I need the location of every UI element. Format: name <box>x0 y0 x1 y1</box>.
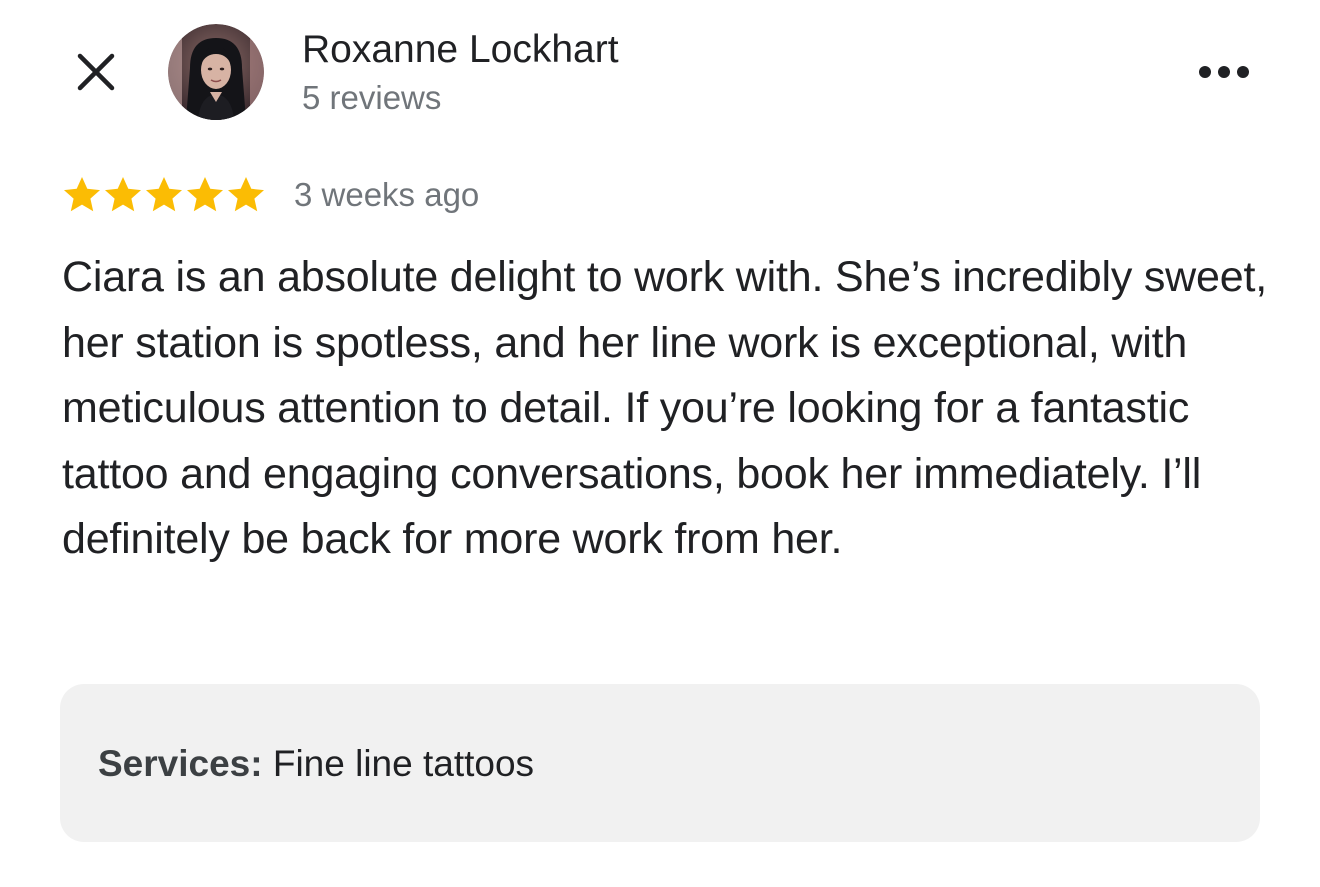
more-options-button[interactable] <box>1192 48 1256 96</box>
reviewer-name[interactable]: Roxanne Lockhart <box>302 26 619 74</box>
star-icon <box>228 177 264 212</box>
star-icon <box>64 177 100 212</box>
rating-row: 3 weeks ago <box>62 170 479 220</box>
star-rating <box>62 175 266 215</box>
services-value: Fine line tattoos <box>262 743 535 784</box>
star-icon <box>105 177 141 212</box>
services-line: Services: Fine line tattoos <box>98 740 534 788</box>
star-icon <box>187 177 223 212</box>
reviewer-review-count: 5 reviews <box>302 79 442 116</box>
review-date: 3 weeks ago <box>294 176 480 213</box>
close-button[interactable] <box>64 40 128 104</box>
close-icon <box>77 53 115 91</box>
review-text: Ciara is an absolute delight to work wit… <box>62 253 1267 563</box>
services-box: Services: Fine line tattoos <box>60 684 1260 842</box>
more-horizontal-icon <box>1199 66 1249 78</box>
avatar[interactable] <box>168 24 264 120</box>
user-avatar-photo <box>168 24 264 120</box>
review-header: Roxanne Lockhart 5 reviews <box>0 0 1320 140</box>
services-label: Services: <box>98 743 263 784</box>
star-icon <box>146 177 182 212</box>
